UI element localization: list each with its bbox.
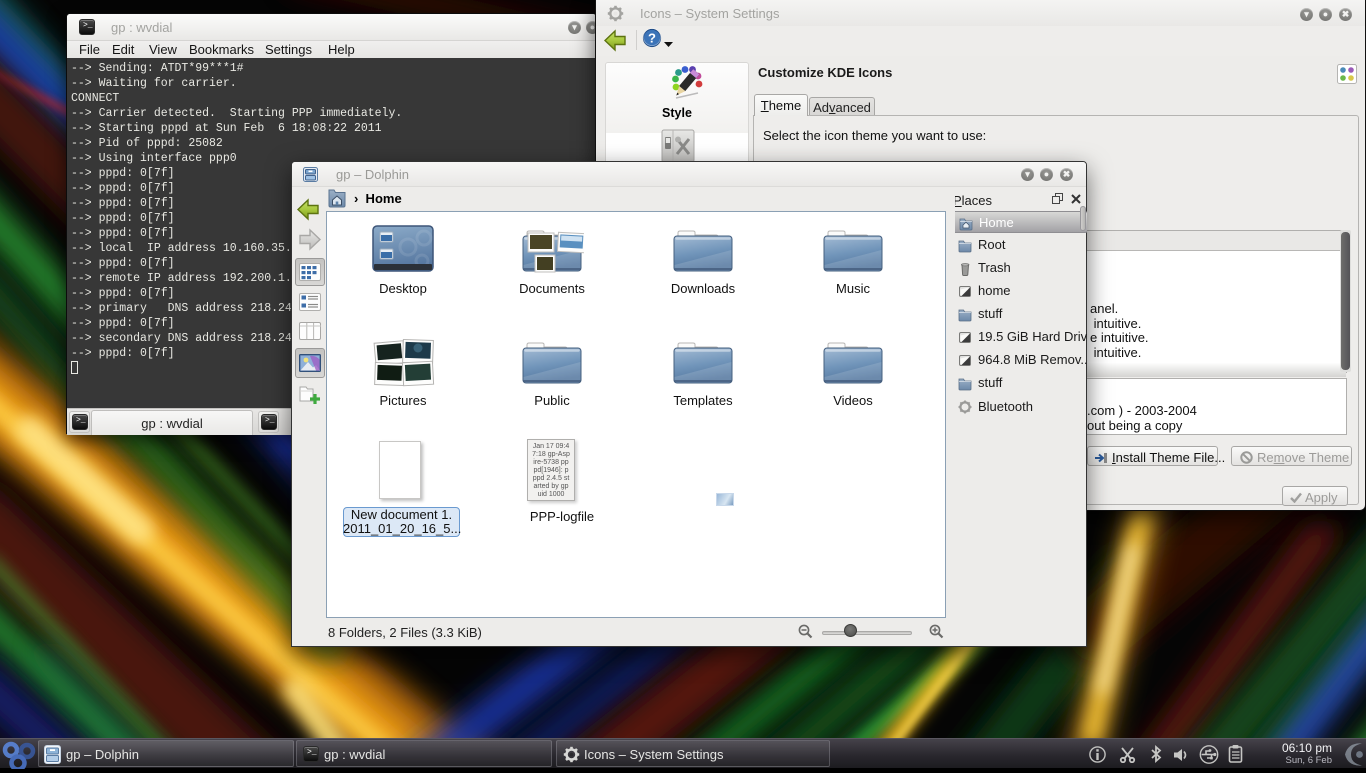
svg-text:?: ?	[648, 31, 656, 46]
